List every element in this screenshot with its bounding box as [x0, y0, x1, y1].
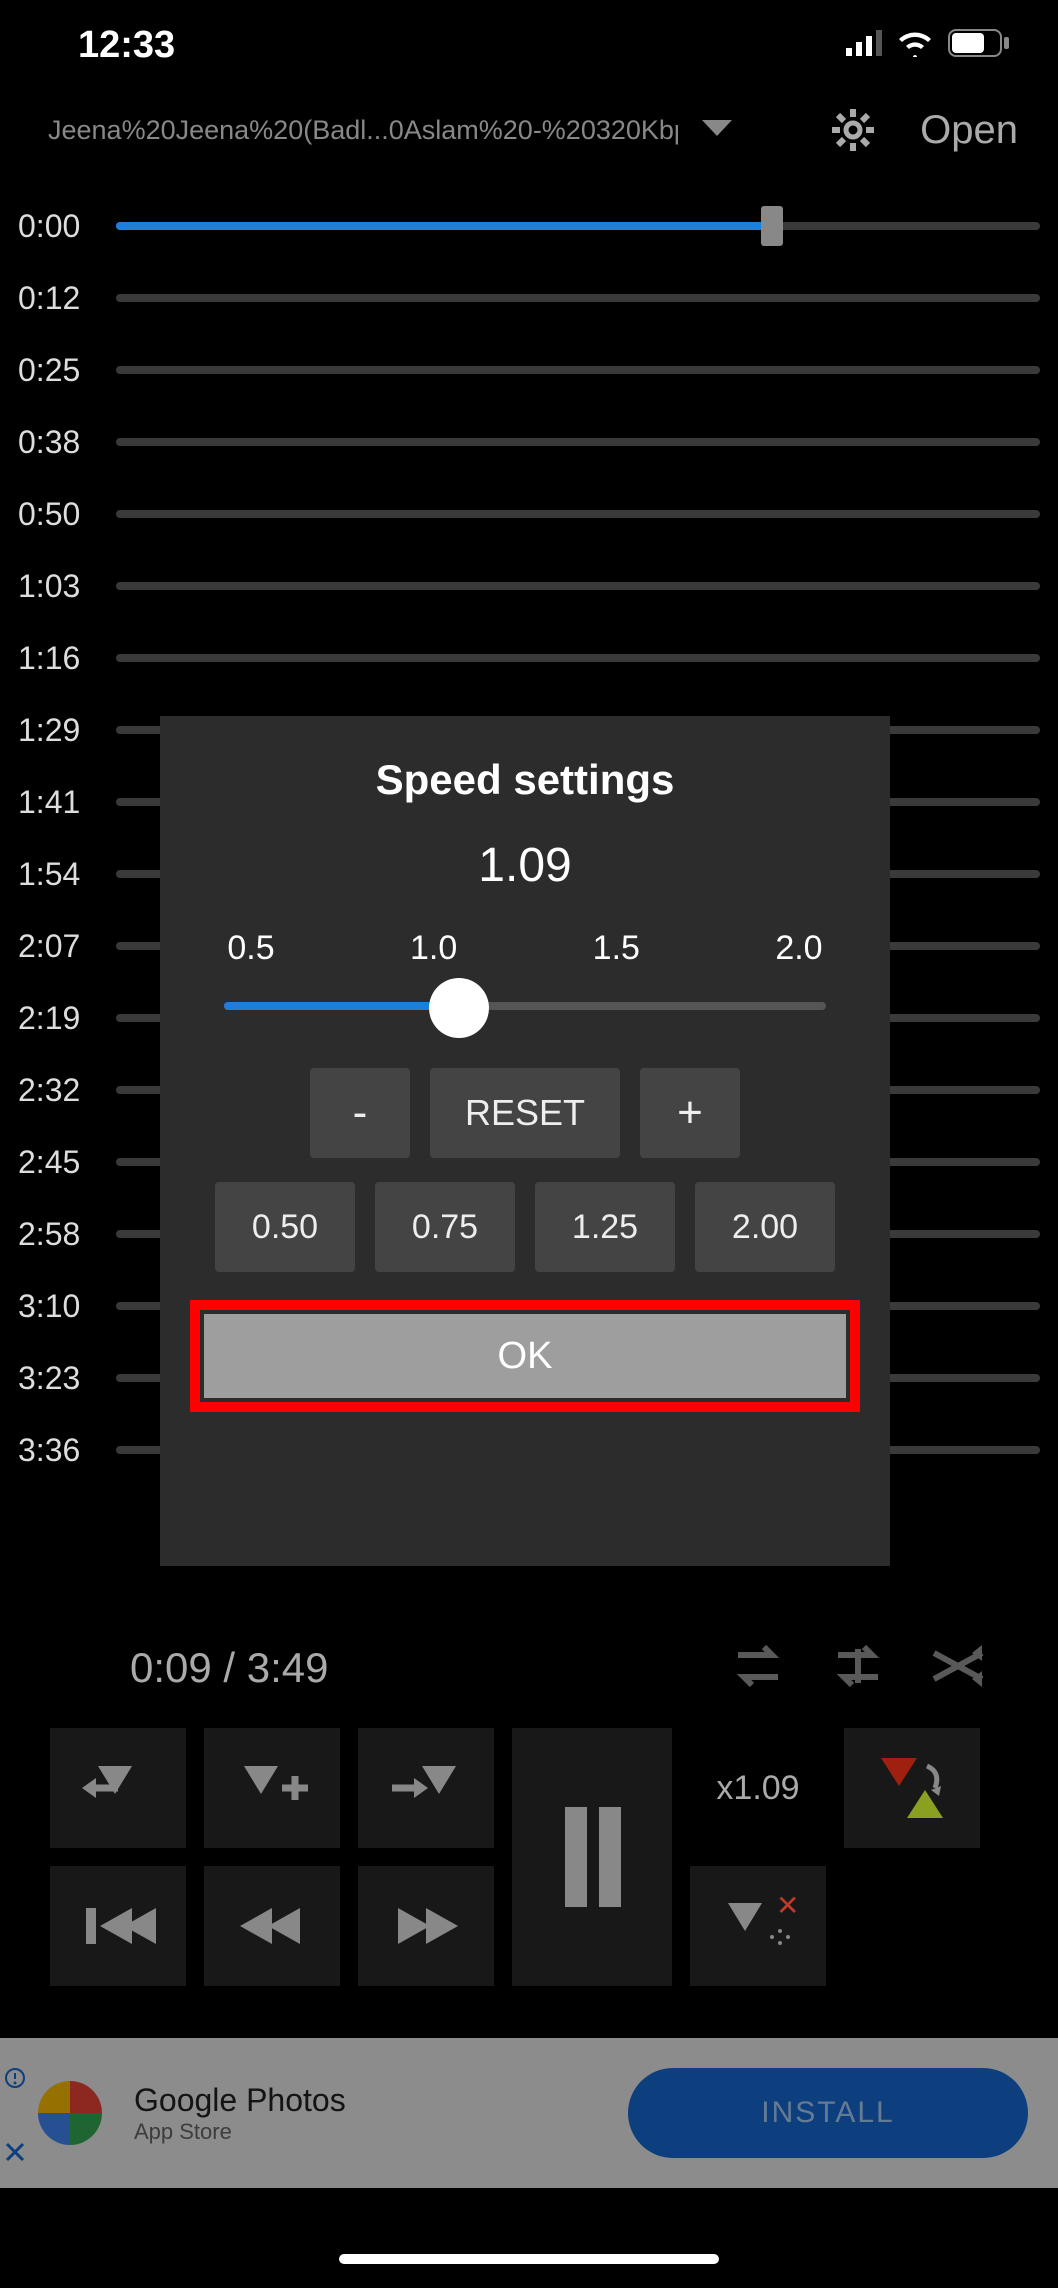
- speed-increase-button[interactable]: +: [640, 1068, 740, 1158]
- preset-050-button[interactable]: 0.50: [215, 1182, 355, 1272]
- ab-loop-button[interactable]: [844, 1728, 980, 1848]
- timeline-label: 1:03: [18, 568, 94, 605]
- status-time: 12:33: [48, 24, 175, 67]
- settings-gear-icon[interactable]: [830, 107, 876, 153]
- player-controls: x1.09 ✕: [50, 1728, 1008, 1986]
- tick-label: 2.0: [764, 929, 834, 968]
- preset-125-button[interactable]: 1.25: [535, 1182, 675, 1272]
- preset-075-button[interactable]: 0.75: [375, 1182, 515, 1272]
- timeline-track[interactable]: [116, 366, 1040, 374]
- ad-app-icon: [30, 2073, 110, 2153]
- speed-slider[interactable]: [190, 974, 860, 1038]
- battery-icon: [948, 29, 1010, 62]
- ad-text: Google Photos App Store: [134, 2082, 346, 2145]
- timeline-label: 0:38: [18, 424, 94, 461]
- top-bar: Jeena%20Jeena%20(Badl...0Aslam%20-%20320…: [0, 90, 1058, 170]
- open-button[interactable]: Open: [920, 108, 1018, 153]
- timeline-row[interactable]: 1:03: [18, 550, 1040, 622]
- timeline-label: 0:50: [18, 496, 94, 533]
- timeline-track[interactable]: [116, 582, 1040, 590]
- speed-settings-dialog: Speed settings 1.09 0.5 1.0 1.5 2.0 - RE…: [160, 716, 890, 1566]
- slider-tick-labels: 0.5 1.0 1.5 2.0: [190, 929, 860, 968]
- timeline-fill: [116, 222, 772, 230]
- tick-label: 1.0: [399, 929, 469, 968]
- fast-forward-button[interactable]: [358, 1866, 494, 1986]
- tick-label: 0.5: [216, 929, 286, 968]
- timeline-track[interactable]: [116, 222, 1040, 230]
- timeline-track[interactable]: [116, 654, 1040, 662]
- timeline-label: 1:29: [18, 712, 94, 749]
- timeline-label: 0:12: [18, 280, 94, 317]
- mark-start-button[interactable]: [50, 1728, 186, 1848]
- timeline-label: 0:00: [18, 208, 94, 245]
- shuffle-icon[interactable]: [928, 1641, 988, 1696]
- preset-200-button[interactable]: 2.00: [695, 1182, 835, 1272]
- speed-value: 1.09: [190, 838, 860, 893]
- elapsed-time: 0:09: [130, 1644, 212, 1691]
- timeline-track[interactable]: [116, 510, 1040, 518]
- playback-time: 0:09 / 3:49: [50, 1644, 329, 1692]
- play-pause-button[interactable]: [512, 1728, 672, 1986]
- status-bar: 12:33: [0, 0, 1058, 90]
- timeline-label: 2:58: [18, 1216, 94, 1253]
- ok-button-highlight: OK: [190, 1300, 860, 1412]
- timeline-label: 3:10: [18, 1288, 94, 1325]
- timeline-track[interactable]: [116, 294, 1040, 302]
- timeline-label: 1:41: [18, 784, 94, 821]
- status-indicators: [846, 29, 1010, 62]
- total-time: 3:49: [247, 1644, 329, 1691]
- svg-text:✕: ✕: [776, 1891, 798, 1921]
- timeline-row[interactable]: 0:25: [18, 334, 1040, 406]
- speed-indicator-button[interactable]: x1.09: [690, 1728, 826, 1848]
- timeline-label: 0:25: [18, 352, 94, 389]
- ad-banner[interactable]: Google Photos App Store INSTALL: [0, 2038, 1058, 2188]
- mark-end-button[interactable]: [358, 1728, 494, 1848]
- timeline-label: 1:16: [18, 640, 94, 677]
- home-indicator[interactable]: [339, 2254, 719, 2264]
- timeline-label: 3:36: [18, 1432, 94, 1469]
- slider-thumb[interactable]: [429, 978, 489, 1038]
- timeline-label: 1:54: [18, 856, 94, 893]
- cellular-icon: [846, 30, 882, 61]
- timeline-row[interactable]: 0:38: [18, 406, 1040, 478]
- timeline-label: 2:19: [18, 1000, 94, 1037]
- ad-install-button[interactable]: INSTALL: [628, 2068, 1028, 2158]
- previous-track-button[interactable]: [50, 1866, 186, 1986]
- timeline-row[interactable]: 0:50: [18, 478, 1040, 550]
- file-dropdown-icon[interactable]: [702, 118, 732, 143]
- timeline-track[interactable]: [116, 438, 1040, 446]
- timeline-label: 2:45: [18, 1144, 94, 1181]
- speed-decrease-button[interactable]: -: [310, 1068, 410, 1158]
- add-mark-button[interactable]: [204, 1728, 340, 1848]
- wifi-icon: [896, 29, 934, 62]
- current-file-name[interactable]: Jeena%20Jeena%20(Badl...0Aslam%20-%20320…: [48, 115, 678, 146]
- speed-presets-row: 0.50 0.75 1.25 2.00: [190, 1182, 860, 1272]
- timeline-label: 2:07: [18, 928, 94, 965]
- ad-subtitle: App Store: [134, 2119, 346, 2145]
- timeline-row[interactable]: 0:00: [18, 190, 1040, 262]
- repeat-segment-icon[interactable]: [828, 1641, 888, 1696]
- speed-reset-button[interactable]: RESET: [430, 1068, 620, 1158]
- speed-adjust-row: - RESET +: [190, 1068, 860, 1158]
- ad-title: Google Photos: [134, 2082, 346, 2119]
- clear-mark-button[interactable]: ✕: [690, 1866, 826, 1986]
- timeline-thumb[interactable]: [761, 206, 783, 246]
- rewind-button[interactable]: [204, 1866, 340, 1986]
- loop-mode-icons: [728, 1641, 1008, 1696]
- playback-time-row: 0:09 / 3:49: [50, 1618, 1008, 1718]
- timeline-label: 2:32: [18, 1072, 94, 1109]
- dialog-title: Speed settings: [190, 756, 860, 804]
- ok-button[interactable]: OK: [204, 1314, 846, 1398]
- timeline-label: 3:23: [18, 1360, 94, 1397]
- timeline-row[interactable]: 1:16: [18, 622, 1040, 694]
- tick-label: 1.5: [581, 929, 651, 968]
- repeat-icon[interactable]: [728, 1641, 788, 1696]
- timeline-row[interactable]: 0:12: [18, 262, 1040, 334]
- player-footer: 0:09 / 3:49 x1.09 ✕: [0, 1618, 1058, 1986]
